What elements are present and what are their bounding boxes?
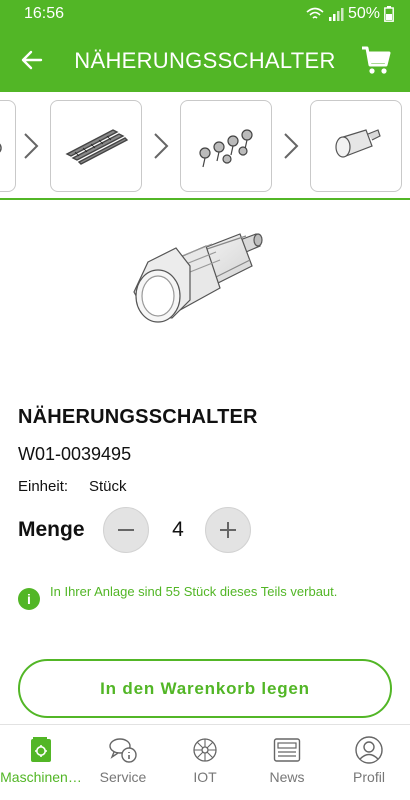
info-icon: i — [18, 588, 40, 610]
breadcrumb — [0, 92, 410, 200]
status-bar: 16:56 50% — [0, 0, 410, 28]
cart-button[interactable] — [356, 40, 396, 80]
minus-icon — [118, 529, 134, 531]
machine-book-icon — [26, 735, 56, 765]
service-chat-icon — [108, 735, 138, 765]
status-time: 16:56 — [24, 5, 65, 22]
installed-count-info: In Ihrer Anlage sind 55 Stück dieses Tei… — [50, 584, 338, 599]
unit-label: Einheit: — [18, 478, 69, 495]
nav-label-iot: IOT — [193, 769, 217, 785]
nav-item-news[interactable]: News — [246, 725, 328, 800]
product-image — [133, 233, 263, 323]
nav-item-machines[interactable]: Maschinen… — [0, 725, 82, 800]
decrease-quantity-button[interactable] — [103, 507, 149, 553]
status-indicators: 50% — [306, 5, 394, 23]
breadcrumb-card-previous[interactable] — [0, 100, 16, 192]
battery-icon — [384, 6, 394, 22]
nav-item-profile[interactable]: Profil — [328, 725, 410, 800]
rail-thumbnail-icon — [65, 129, 129, 165]
nav-label-profile: Profil — [353, 769, 385, 785]
nav-item-service[interactable]: Service — [82, 725, 164, 800]
signal-icon — [328, 8, 344, 21]
news-icon — [272, 735, 302, 765]
arrow-left-icon — [21, 50, 43, 70]
breadcrumb-card-proximity-switch[interactable] — [310, 100, 402, 192]
add-to-cart-button[interactable]: In den Warenkorb legen — [18, 659, 392, 718]
product-number: W01-0039495 — [18, 444, 132, 464]
nav-label-service: Service — [99, 769, 147, 785]
nav-label-news: News — [269, 769, 305, 785]
quantity-label: Menge — [18, 518, 85, 541]
battery-percent: 50% — [347, 5, 380, 22]
app-bar: NÄHERUNGSSCHALTER — [0, 28, 410, 92]
bottom-navigation: Maschinen… Service IOT News Profil — [0, 724, 410, 800]
cart-icon — [362, 46, 391, 74]
fasteners-thumbnail-icon — [199, 129, 253, 168]
iot-network-icon — [190, 735, 220, 765]
page-title: NÄHERUNGSSCHALTER — [74, 48, 336, 73]
breadcrumb-card-fasteners[interactable] — [180, 100, 272, 192]
proximity-switch-thumbnail-icon — [335, 129, 381, 158]
part-thumbnail-icon — [0, 143, 2, 153]
wifi-icon — [306, 7, 324, 19]
chevron-right-icon — [154, 133, 169, 159]
unit-value: Stück — [89, 478, 127, 495]
product-name: NÄHERUNGSSCHALTER — [18, 406, 258, 428]
chevron-right-icon — [24, 133, 39, 159]
nav-label-machines: Maschinen… — [0, 769, 82, 785]
breadcrumb-card-rail[interactable] — [50, 100, 142, 192]
nav-item-iot[interactable]: IOT — [164, 725, 246, 800]
back-button[interactable] — [14, 42, 50, 78]
plus-icon — [220, 522, 236, 538]
profile-icon — [354, 735, 384, 765]
chevron-right-icon — [284, 133, 299, 159]
increase-quantity-button[interactable] — [205, 507, 251, 553]
quantity-value: 4 — [172, 518, 184, 541]
